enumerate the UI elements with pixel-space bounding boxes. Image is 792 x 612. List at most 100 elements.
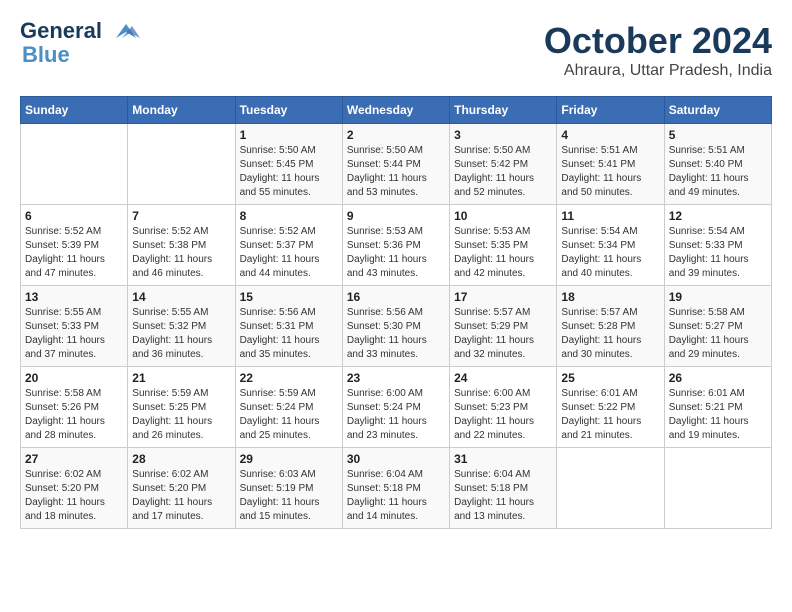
calendar-week-row: 6Sunrise: 5:52 AMSunset: 5:39 PMDaylight…: [21, 205, 772, 286]
day-number: 28: [132, 452, 230, 466]
day-info: Sunrise: 5:56 AMSunset: 5:30 PMDaylight:…: [347, 306, 445, 362]
day-number: 22: [240, 371, 338, 385]
calendar-cell: 2Sunrise: 5:50 AMSunset: 5:44 PMDaylight…: [342, 124, 449, 205]
calendar-cell: 6Sunrise: 5:52 AMSunset: 5:39 PMDaylight…: [21, 205, 128, 286]
day-number: 10: [454, 209, 552, 223]
day-info: Sunrise: 5:55 AMSunset: 5:33 PMDaylight:…: [25, 306, 123, 362]
calendar-cell: 11 Sunrise: 5:54 AMSunset: 5:34 PMDayligh…: [557, 205, 664, 286]
calendar-cell: 30 Sunrise: 6:04 AMSunset: 5:18 PMDayligh…: [342, 448, 449, 529]
day-info: Sunrise: 6:03 AMSunset: 5:19 PMDaylight:…: [240, 468, 338, 524]
calendar-header-tuesday: Tuesday: [235, 97, 342, 124]
day-number: 25: [561, 371, 659, 385]
day-info: Sunrise: 5:50 AMSunset: 5:42 PMDaylight:…: [454, 144, 552, 200]
day-number: 29: [240, 452, 338, 466]
day-number: 31: [454, 452, 552, 466]
day-info: Sunrise: 5:51 AMSunset: 5:40 PMDaylight:…: [669, 144, 767, 200]
day-info: Sunrise: 5:55 AMSunset: 5:32 PMDaylight:…: [132, 306, 230, 362]
day-info: Sunrise: 5:51 AMSunset: 5:41 PMDaylight:…: [561, 144, 659, 200]
calendar-header-monday: Monday: [128, 97, 235, 124]
calendar-cell: 7Sunrise: 5:52 AMSunset: 5:38 PMDaylight…: [128, 205, 235, 286]
calendar-cell: 8Sunrise: 5:52 AMSunset: 5:37 PMDaylight…: [235, 205, 342, 286]
calendar-header-friday: Friday: [557, 97, 664, 124]
day-number: 14: [132, 290, 230, 304]
calendar-header-sunday: Sunday: [21, 97, 128, 124]
day-number: 11: [561, 209, 659, 223]
calendar-cell: 10 Sunrise: 5:53 AMSunset: 5:35 PMDayligh…: [450, 205, 557, 286]
calendar-header-row: SundayMondayTuesdayWednesdayThursdayFrid…: [21, 97, 772, 124]
calendar-cell: [128, 124, 235, 205]
calendar-cell: 31Sunrise: 6:04 AMSunset: 5:18 PMDayligh…: [450, 448, 557, 529]
day-number: 21: [132, 371, 230, 385]
calendar-cell: 22 Sunrise: 5:59 AMSunset: 5:24 PMDayligh…: [235, 367, 342, 448]
day-number: 5: [669, 128, 767, 142]
day-number: 6: [25, 209, 123, 223]
day-number: 9: [347, 209, 445, 223]
calendar-cell: 17 Sunrise: 5:57 AMSunset: 5:29 PMDayligh…: [450, 286, 557, 367]
day-number: 20: [25, 371, 123, 385]
day-number: 2: [347, 128, 445, 142]
day-number: 13: [25, 290, 123, 304]
day-info: Sunrise: 5:54 AMSunset: 5:34 PMDaylight:…: [561, 225, 659, 281]
calendar-cell: 27 Sunrise: 6:02 AMSunset: 5:20 PMDayligh…: [21, 448, 128, 529]
day-info: Sunrise: 6:00 AMSunset: 5:23 PMDaylight:…: [454, 387, 552, 443]
calendar-table: SundayMondayTuesdayWednesdayThursdayFrid…: [20, 96, 772, 529]
day-number: 7: [132, 209, 230, 223]
day-info: Sunrise: 5:59 AMSunset: 5:25 PMDaylight:…: [132, 387, 230, 443]
calendar-week-row: 13 Sunrise: 5:55 AMSunset: 5:33 PMDayligh…: [21, 286, 772, 367]
calendar-week-row: 20Sunrise: 5:58 AMSunset: 5:26 PMDayligh…: [21, 367, 772, 448]
month-title: October 2024: [544, 20, 772, 62]
calendar-cell: 29 Sunrise: 6:03 AMSunset: 5:19 PMDayligh…: [235, 448, 342, 529]
calendar-week-row: 1Sunrise: 5:50 AMSunset: 5:45 PMDaylight…: [21, 124, 772, 205]
calendar-cell: 23 Sunrise: 6:00 AMSunset: 5:24 PMDayligh…: [342, 367, 449, 448]
calendar-cell: [21, 124, 128, 205]
day-info: Sunrise: 5:52 AMSunset: 5:37 PMDaylight:…: [240, 225, 338, 281]
page-header: General Blue October 2024 Ahraura, Uttar…: [20, 20, 772, 80]
day-number: 27: [25, 452, 123, 466]
calendar-week-row: 27 Sunrise: 6:02 AMSunset: 5:20 PMDayligh…: [21, 448, 772, 529]
day-number: 24: [454, 371, 552, 385]
calendar-cell: 20Sunrise: 5:58 AMSunset: 5:26 PMDayligh…: [21, 367, 128, 448]
calendar-cell: 12 Sunrise: 5:54 AMSunset: 5:33 PMDayligh…: [664, 205, 771, 286]
calendar-cell: 21 Sunrise: 5:59 AMSunset: 5:25 PMDayligh…: [128, 367, 235, 448]
day-info: Sunrise: 5:57 AMSunset: 5:29 PMDaylight:…: [454, 306, 552, 362]
day-number: 4: [561, 128, 659, 142]
title-area: October 2024 Ahraura, Uttar Pradesh, Ind…: [544, 20, 772, 80]
calendar-cell: 19 Sunrise: 5:58 AMSunset: 5:27 PMDayligh…: [664, 286, 771, 367]
day-number: 30: [347, 452, 445, 466]
day-info: Sunrise: 5:57 AMSunset: 5:28 PMDaylight:…: [561, 306, 659, 362]
day-number: 19: [669, 290, 767, 304]
day-number: 23: [347, 371, 445, 385]
calendar-cell: [557, 448, 664, 529]
day-info: Sunrise: 5:58 AMSunset: 5:27 PMDaylight:…: [669, 306, 767, 362]
logo-bird-icon: [106, 20, 142, 42]
calendar-cell: 16 Sunrise: 5:56 AMSunset: 5:30 PMDayligh…: [342, 286, 449, 367]
day-info: Sunrise: 6:00 AMSunset: 5:24 PMDaylight:…: [347, 387, 445, 443]
calendar-cell: 3 Sunrise: 5:50 AMSunset: 5:42 PMDaylight…: [450, 124, 557, 205]
day-info: Sunrise: 5:54 AMSunset: 5:33 PMDaylight:…: [669, 225, 767, 281]
calendar-cell: 5 Sunrise: 5:51 AMSunset: 5:40 PMDaylight…: [664, 124, 771, 205]
calendar-cell: 9Sunrise: 5:53 AMSunset: 5:36 PMDaylight…: [342, 205, 449, 286]
day-info: Sunrise: 6:04 AMSunset: 5:18 PMDaylight:…: [347, 468, 445, 524]
calendar-cell: 18 Sunrise: 5:57 AMSunset: 5:28 PMDayligh…: [557, 286, 664, 367]
calendar-header-thursday: Thursday: [450, 97, 557, 124]
calendar-header-wednesday: Wednesday: [342, 97, 449, 124]
day-number: 17: [454, 290, 552, 304]
calendar-cell: 1Sunrise: 5:50 AMSunset: 5:45 PMDaylight…: [235, 124, 342, 205]
day-number: 18: [561, 290, 659, 304]
day-number: 16: [347, 290, 445, 304]
logo-blue: Blue: [22, 42, 70, 68]
day-info: Sunrise: 5:59 AMSunset: 5:24 PMDaylight:…: [240, 387, 338, 443]
day-info: Sunrise: 5:50 AMSunset: 5:45 PMDaylight:…: [240, 144, 338, 200]
day-number: 3: [454, 128, 552, 142]
location-subtitle: Ahraura, Uttar Pradesh, India: [544, 62, 772, 80]
day-info: Sunrise: 6:01 AMSunset: 5:22 PMDaylight:…: [561, 387, 659, 443]
day-info: Sunrise: 5:56 AMSunset: 5:31 PMDaylight:…: [240, 306, 338, 362]
day-info: Sunrise: 6:02 AMSunset: 5:20 PMDaylight:…: [25, 468, 123, 524]
day-number: 12: [669, 209, 767, 223]
logo: General Blue: [20, 20, 142, 68]
calendar-cell: 4 Sunrise: 5:51 AMSunset: 5:41 PMDaylight…: [557, 124, 664, 205]
calendar-body: 1Sunrise: 5:50 AMSunset: 5:45 PMDaylight…: [21, 124, 772, 529]
day-info: Sunrise: 6:01 AMSunset: 5:21 PMDaylight:…: [669, 387, 767, 443]
day-info: Sunrise: 5:53 AMSunset: 5:35 PMDaylight:…: [454, 225, 552, 281]
calendar-cell: [664, 448, 771, 529]
